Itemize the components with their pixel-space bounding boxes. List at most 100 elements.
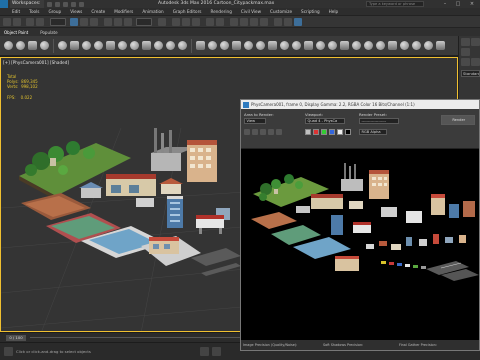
sphere-object-icon[interactable] [292, 41, 301, 50]
selection-filter-dropdown[interactable] [50, 18, 66, 26]
menu-civil-view[interactable]: Civil View [241, 9, 261, 14]
redo-tool-icon[interactable] [13, 18, 21, 26]
render-preset-dropdown[interactable]: ------------------- [359, 118, 399, 124]
box-object-icon[interactable] [388, 41, 397, 50]
sphere-object-icon[interactable] [94, 41, 103, 50]
alpha-channel-toggle[interactable] [337, 129, 343, 135]
hierarchy-panel-icon[interactable] [461, 48, 470, 56]
curve-editor-icon[interactable] [240, 18, 248, 26]
unlink-icon[interactable] [36, 18, 44, 26]
geometry-category-icon[interactable] [461, 58, 470, 66]
menu-customize[interactable]: Customize [270, 9, 292, 14]
box-object-icon[interactable] [106, 41, 115, 50]
red-channel-toggle[interactable] [313, 129, 319, 135]
material-editor-icon[interactable] [260, 18, 268, 26]
reference-coordinate-dropdown[interactable] [136, 18, 152, 26]
shapes-category-icon[interactable] [471, 58, 480, 66]
sphere-object-icon[interactable] [118, 41, 127, 50]
menu-modifiers[interactable]: Modifiers [114, 9, 133, 14]
link-icon[interactable] [26, 18, 34, 26]
display-channel-dropdown[interactable]: RGB Alpha [359, 129, 387, 135]
menu-scripting[interactable]: Scripting [301, 9, 320, 14]
select-by-name-icon[interactable] [80, 18, 88, 26]
clone-window-icon[interactable] [260, 129, 266, 135]
sphere-object-icon[interactable] [328, 41, 337, 50]
maxscript-listener-icon[interactable] [4, 347, 13, 356]
sphere-object-icon[interactable] [280, 41, 289, 50]
select-object-icon[interactable] [70, 18, 78, 26]
sphere-object-icon[interactable] [178, 41, 187, 50]
render-production-icon[interactable] [294, 18, 302, 26]
blue-channel-toggle[interactable] [329, 129, 335, 135]
sphere-object-icon[interactable] [82, 41, 91, 50]
maximize-icon[interactable]: □ [453, 1, 463, 7]
minimize-icon[interactable]: – [440, 1, 450, 7]
save-file-icon[interactable] [63, 1, 68, 7]
create-panel-icon[interactable] [461, 38, 470, 46]
box-object-icon[interactable] [232, 41, 241, 50]
redo-icon[interactable] [79, 1, 84, 7]
office-tower-model[interactable] [167, 196, 183, 228]
box-object-icon[interactable] [340, 41, 349, 50]
sphere-object-icon[interactable] [376, 41, 385, 50]
time-track[interactable] [30, 337, 240, 338]
print-image-icon[interactable] [268, 129, 274, 135]
sphere-object-icon[interactable] [352, 41, 361, 50]
tab-populate[interactable]: Populate [40, 30, 57, 35]
sphere-object-icon[interactable] [364, 41, 373, 50]
sphere-object-icon[interactable] [208, 41, 217, 50]
render-setup-icon[interactable] [274, 18, 282, 26]
open-file-icon[interactable] [55, 1, 60, 7]
new-file-icon[interactable] [47, 1, 52, 7]
menu-create[interactable]: Create [91, 9, 105, 14]
sphere-object-icon[interactable] [154, 41, 163, 50]
box-object-icon[interactable] [70, 41, 79, 50]
sphere-object-icon[interactable] [166, 41, 175, 50]
percent-snap-icon[interactable] [192, 18, 200, 26]
box-object-icon[interactable] [268, 41, 277, 50]
app-logo-icon[interactable] [0, 0, 8, 8]
rotate-icon[interactable] [114, 18, 122, 26]
move-icon[interactable] [104, 18, 112, 26]
sphere-object-icon[interactable] [412, 41, 421, 50]
sphere-object-icon[interactable] [16, 41, 25, 50]
apartment-building-model[interactable] [187, 140, 217, 182]
align-icon[interactable] [216, 18, 224, 26]
rectangular-selection-icon[interactable] [90, 18, 98, 26]
sphere-object-icon[interactable] [424, 41, 433, 50]
lock-selection-icon[interactable] [200, 347, 209, 356]
box-object-icon[interactable] [196, 41, 205, 50]
angle-snap-icon[interactable] [182, 18, 190, 26]
color-swatch[interactable] [305, 129, 311, 135]
sphere-object-icon[interactable] [58, 41, 67, 50]
menu-group[interactable]: Group [48, 9, 61, 14]
time-slider[interactable]: 0 / 100 [6, 335, 26, 341]
render-button[interactable]: Render [441, 115, 475, 125]
mall-model[interactable] [141, 236, 201, 266]
green-channel-toggle[interactable] [321, 129, 327, 135]
menu-animation[interactable]: Animation [142, 9, 163, 14]
scale-icon[interactable] [124, 18, 132, 26]
menu-help[interactable]: Help [329, 9, 339, 14]
search-input[interactable]: Type a keyword or phrase [366, 1, 424, 7]
box-object-icon[interactable] [28, 41, 37, 50]
undo-tool-icon[interactable] [3, 18, 11, 26]
sphere-object-icon[interactable] [130, 41, 139, 50]
save-image-icon[interactable] [244, 129, 250, 135]
copy-image-icon[interactable] [252, 129, 258, 135]
menu-edit[interactable]: Edit [12, 9, 20, 14]
schematic-view-icon[interactable] [250, 18, 258, 26]
rendered-image[interactable] [241, 149, 479, 340]
shop-building-model[interactable] [106, 174, 156, 196]
sphere-object-icon[interactable] [244, 41, 253, 50]
gas-station-model[interactable] [196, 215, 224, 234]
sphere-object-icon[interactable] [4, 41, 13, 50]
monochrome-toggle[interactable] [345, 129, 351, 135]
object-type-dropdown[interactable]: Standard [461, 70, 480, 77]
rendered-frame-window-icon[interactable] [284, 18, 292, 26]
menu-graph-editors[interactable]: Graph Editors [173, 9, 202, 14]
menu-tools[interactable]: Tools [29, 9, 39, 14]
tab-object-paint[interactable]: Object Paint [4, 30, 28, 35]
area-to-render-dropdown[interactable]: View [244, 118, 266, 124]
clear-image-icon[interactable] [276, 129, 282, 135]
